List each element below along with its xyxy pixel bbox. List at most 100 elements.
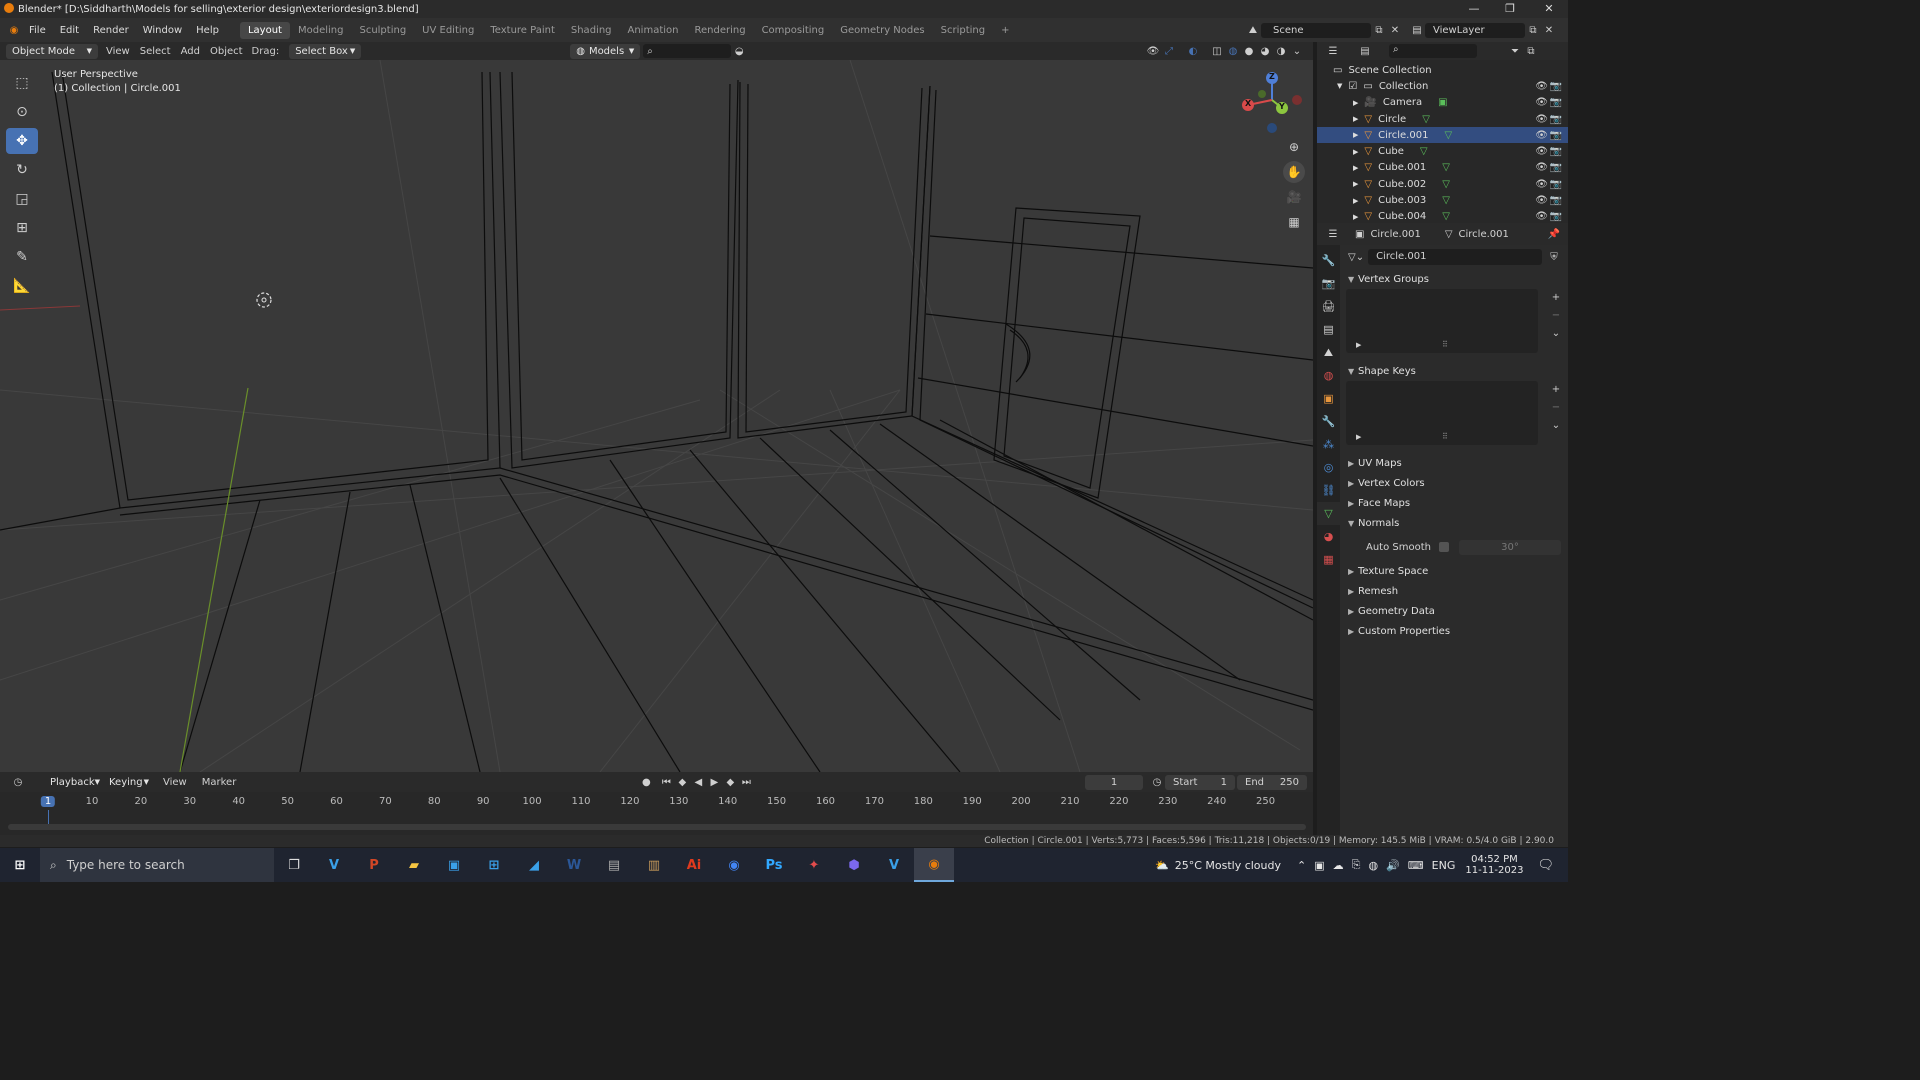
- scene-tab-icon[interactable]: ⛰: [1317, 341, 1340, 364]
- face-maps-section[interactable]: ▶ Face Maps: [1340, 493, 1568, 513]
- next-keyframe-icon[interactable]: ◆: [722, 774, 738, 790]
- tab-animation[interactable]: Animation: [620, 22, 687, 39]
- current-frame-marker[interactable]: 1: [40, 796, 56, 807]
- taskbar-app-icon[interactable]: ▣: [434, 848, 474, 882]
- rotate-tool-icon[interactable]: ↻: [6, 157, 38, 183]
- filter-icon[interactable]: ⏷: [1507, 43, 1523, 59]
- rendered-shading-icon[interactable]: ◑: [1273, 43, 1289, 59]
- shape-keys-section[interactable]: ▼ Shape Keys: [1340, 361, 1568, 381]
- task-view-icon[interactable]: ❐: [274, 848, 314, 882]
- mesh-data-icon[interactable]: ▽: [1444, 130, 1452, 141]
- particles-tab-icon[interactable]: ⁂: [1317, 433, 1340, 456]
- outliner-item[interactable]: ▶ ▽ Cube.002 ▽ 👁 📷: [1317, 176, 1568, 192]
- auto-smooth-angle-field[interactable]: 30°: [1458, 539, 1561, 555]
- scene-collection-row[interactable]: ▭ Scene Collection: [1317, 62, 1568, 78]
- mode-selector[interactable]: Object Mode ▼: [6, 43, 98, 59]
- orientation-selector[interactable]: ◍ Models ▼: [570, 43, 641, 59]
- scene-icon[interactable]: ⛰: [1245, 22, 1261, 38]
- chrome-icon[interactable]: ◉: [714, 848, 754, 882]
- viewlayer-selector[interactable]: ViewLayer: [1425, 22, 1525, 38]
- vpn-app-icon[interactable]: V: [874, 848, 914, 882]
- select-box-tool-icon[interactable]: ⬚: [6, 70, 38, 96]
- outliner-item[interactable]: ▶ ▽ Cube.003 ▽ 👁 📷: [1317, 192, 1568, 208]
- ortho-grid-icon[interactable]: ▦: [1283, 211, 1305, 233]
- menu-edit[interactable]: Edit: [53, 25, 86, 36]
- menu-window[interactable]: Window: [136, 25, 189, 36]
- tab-shading[interactable]: Shading: [563, 22, 620, 39]
- resize-grip-icon[interactable]: ⠿: [1442, 340, 1448, 349]
- annotate-tool-icon[interactable]: ✎: [6, 244, 38, 270]
- photoshop-icon[interactable]: Ps: [754, 848, 794, 882]
- render-camera-icon[interactable]: 📷: [1550, 97, 1562, 108]
- transform-tool-icon[interactable]: ⊞: [6, 215, 38, 241]
- end-frame-field[interactable]: End 250: [1237, 774, 1307, 790]
- menu-select[interactable]: Select: [135, 46, 176, 57]
- mesh-data-icon[interactable]: ▽: [1442, 162, 1450, 173]
- network-globe-icon[interactable]: ◍: [1368, 859, 1378, 872]
- measure-tool-icon[interactable]: 📐: [6, 273, 38, 299]
- play-icon[interactable]: ▶: [706, 774, 722, 790]
- expand-icon[interactable]: ▶: [1353, 213, 1358, 221]
- expand-icon[interactable]: ▼: [1337, 82, 1342, 90]
- pin-icon[interactable]: 📌: [1546, 226, 1562, 242]
- tab-compositing[interactable]: Compositing: [754, 22, 833, 39]
- world-tab-icon[interactable]: ◍: [1317, 364, 1340, 387]
- outliner-item-selected[interactable]: ▶ ▽ Circle.001 ▽ 👁 📷: [1317, 127, 1568, 144]
- outliner-item[interactable]: ▶ ▽ Cube ▽ 👁 📷: [1317, 143, 1568, 159]
- volume-icon[interactable]: 🔊: [1386, 859, 1400, 872]
- mesh-data-icon[interactable]: ▽: [1420, 146, 1428, 157]
- delete-scene-icon[interactable]: ✕: [1387, 22, 1403, 38]
- tool-tab-icon[interactable]: 🔧: [1317, 249, 1340, 272]
- weather-text[interactable]: 25°C Mostly cloudy: [1175, 859, 1281, 872]
- output-tab-icon[interactable]: 🖨: [1317, 295, 1340, 318]
- properties-editor-type-icon[interactable]: ☰: [1325, 226, 1341, 242]
- vpn-app-icon[interactable]: V: [314, 848, 354, 882]
- viewlayer-icon[interactable]: ▤: [1409, 22, 1425, 38]
- tab-rendering[interactable]: Rendering: [686, 22, 753, 39]
- record-icon[interactable]: ●: [638, 774, 654, 790]
- blender-menu-icon[interactable]: ◉: [6, 22, 22, 38]
- collection-row[interactable]: ▼ ☑ ▭ Collection 👁 📷: [1317, 78, 1568, 94]
- taskbar-app-icon[interactable]: ▥: [634, 848, 674, 882]
- texture-space-section[interactable]: ▶ Texture Space: [1340, 561, 1568, 581]
- taskbar-app-icon[interactable]: ⬢: [834, 848, 874, 882]
- weather-icon[interactable]: ⛅: [1155, 859, 1169, 872]
- timeline-editor-type-icon[interactable]: ◷: [10, 774, 26, 790]
- render-camera-icon[interactable]: 📷: [1550, 81, 1562, 92]
- prev-keyframe-icon[interactable]: ◆: [674, 774, 690, 790]
- menu-render[interactable]: Render: [86, 25, 136, 36]
- tab-modeling[interactable]: Modeling: [290, 22, 352, 39]
- frame-ruler[interactable]: 1 10 20 30 40 50 60 70 80 90 100 110 120 130 140 150 160…: [0, 794, 1313, 824]
- custom-properties-section[interactable]: ▶ Custom Properties: [1340, 621, 1568, 641]
- tray-chevron-icon[interactable]: ⌃: [1297, 859, 1306, 872]
- pan-hand-icon[interactable]: ✋: [1283, 161, 1305, 183]
- viewport-search-input[interactable]: ⌕: [643, 44, 732, 58]
- eye-icon[interactable]: 👁: [1535, 81, 1548, 92]
- add-workspace-button[interactable]: +: [993, 22, 1017, 39]
- start-frame-field[interactable]: Start 1: [1165, 774, 1235, 790]
- view-layer-tab-icon[interactable]: ▤: [1317, 318, 1340, 341]
- file-explorer-icon[interactable]: ▰: [394, 848, 434, 882]
- expand-icon[interactable]: ▶: [1356, 433, 1361, 441]
- marker-menu[interactable]: Marker: [192, 777, 247, 788]
- outliner-item[interactable]: ▶ ▽ Cube.004 ▽ 👁 📷: [1317, 209, 1568, 223]
- preview-range-icon[interactable]: ◷: [1149, 774, 1165, 790]
- outliner-item[interactable]: ▶ 🎥 Camera ▣ 👁 📷: [1317, 95, 1568, 111]
- tab-sculpting[interactable]: Sculpting: [351, 22, 414, 39]
- menu-add[interactable]: Add: [176, 46, 205, 57]
- mesh-data-icon[interactable]: ▽: [1442, 179, 1450, 190]
- remesh-section[interactable]: ▶ Remesh: [1340, 581, 1568, 601]
- tab-uv-editing[interactable]: UV Editing: [414, 22, 482, 39]
- mesh-data-icon[interactable]: ▽: [1442, 211, 1450, 222]
- jump-end-icon[interactable]: ⏭: [738, 774, 754, 790]
- eye-icon[interactable]: 👁: [1535, 162, 1548, 173]
- tab-texture-paint[interactable]: Texture Paint: [482, 22, 563, 39]
- render-camera-icon[interactable]: 📷: [1550, 162, 1562, 173]
- maximize-button[interactable]: ❐: [1493, 0, 1527, 18]
- minimize-button[interactable]: —: [1457, 0, 1491, 18]
- render-camera-icon[interactable]: 📷: [1550, 146, 1562, 157]
- jump-start-icon[interactable]: ⏮: [658, 774, 674, 790]
- object-tab-icon[interactable]: ▣: [1317, 387, 1340, 410]
- eye-icon[interactable]: 👁: [1535, 146, 1548, 157]
- modifier-tab-icon[interactable]: 🔧: [1317, 410, 1340, 433]
